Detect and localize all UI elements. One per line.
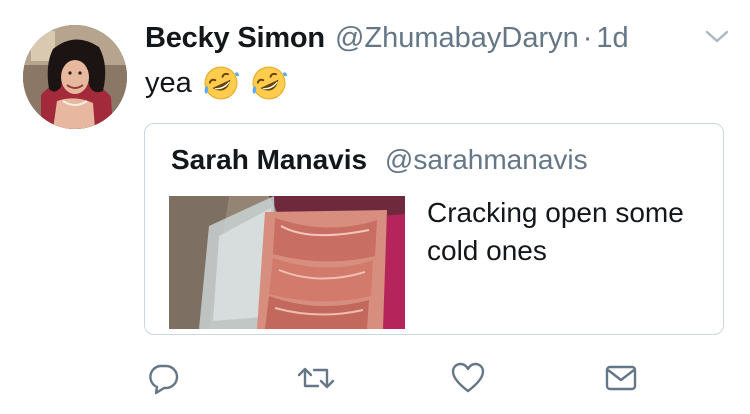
- avatar[interactable]: [23, 25, 127, 129]
- quoted-user-handle: @sarahmanavis: [384, 144, 588, 175]
- tweet-text: yea: [145, 63, 288, 103]
- user-handle[interactable]: @ZhumabayDaryn: [335, 22, 579, 55]
- laughing-emoji-icon: [250, 64, 288, 102]
- quoted-tweet-image[interactable]: [169, 196, 405, 329]
- display-name[interactable]: Becky Simon: [145, 22, 325, 55]
- laughing-emoji-icon: [202, 64, 240, 102]
- like-icon[interactable]: [448, 358, 488, 398]
- reply-icon[interactable]: [143, 358, 183, 398]
- quoted-tweet-text: Cracking open some cold ones: [427, 197, 684, 266]
- tweet-actions: [0, 358, 750, 398]
- retweet-icon[interactable]: [296, 358, 336, 398]
- tweet-text-content: yea: [145, 66, 192, 99]
- direct-message-icon[interactable]: [601, 358, 641, 398]
- quoted-tweet-card[interactable]: Sarah Manavis @sarahmanavis Cracking ope…: [144, 123, 724, 335]
- chevron-down-icon[interactable]: [704, 28, 730, 46]
- timestamp[interactable]: 1d: [596, 22, 628, 55]
- quoted-tweet-header: Sarah Manavis @sarahmanavis: [171, 144, 588, 176]
- tweet-header: Becky Simon @ZhumabayDaryn · 1d: [145, 18, 629, 58]
- separator-dot: ·: [582, 21, 593, 54]
- quoted-display-name: Sarah Manavis: [171, 144, 368, 175]
